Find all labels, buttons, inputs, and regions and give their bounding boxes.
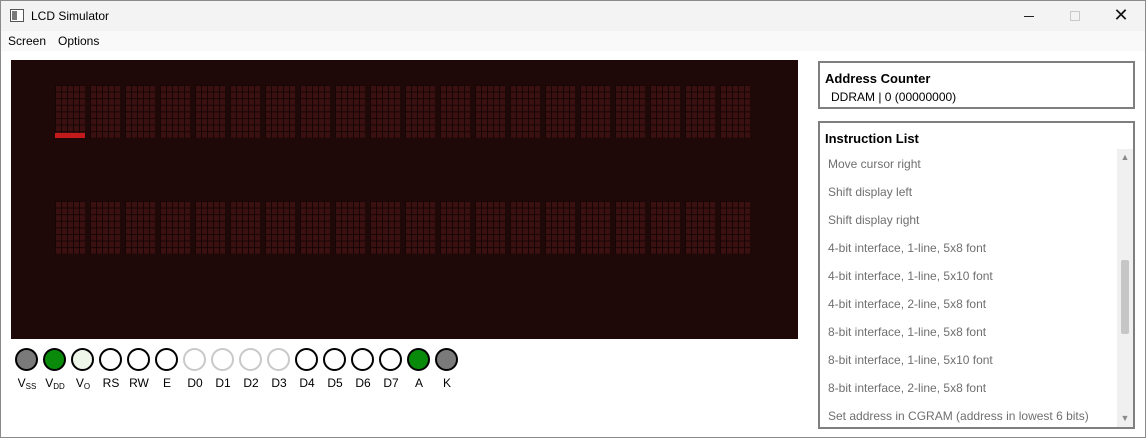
lcd-char-cell [720, 201, 750, 254]
lcd-char-cell [475, 201, 505, 254]
instruction-list-item[interactable]: 4-bit interface, 1-line, 5x10 font [828, 269, 993, 283]
instruction-list-item[interactable]: 8-bit interface, 1-line, 5x10 font [828, 353, 993, 367]
lcd-char-cell [55, 85, 85, 138]
window-title: LCD Simulator [31, 9, 110, 23]
lcd-char-cell [545, 201, 575, 254]
lcd-char-cell [580, 85, 610, 138]
lcd-char-cell [510, 201, 540, 254]
instruction-list-panel: Instruction List Move cursor right Shift … [818, 121, 1135, 429]
lcd-char-cell [265, 85, 295, 138]
pin-led-icon[interactable] [323, 348, 346, 371]
main-window: LCD Simulator ✕ Screen Options VSS VDD VO R… [0, 0, 1146, 438]
lcd-row-1 [55, 85, 750, 138]
instruction-list-title: Instruction List [825, 131, 919, 146]
lcd-char-cell [370, 201, 400, 254]
lcd-char-cell [475, 85, 505, 138]
menu-screen[interactable]: Screen [8, 34, 46, 48]
pin-led-icon[interactable] [435, 348, 458, 371]
pin-led-icon[interactable] [15, 348, 38, 371]
scroll-down-arrow-icon[interactable]: ▼ [1120, 413, 1130, 423]
lcd-char-cell [685, 201, 715, 254]
pin-indicators: VSS VDD VO RS RW E D0 D1 D2 D3 D4 D5 D6 D7 A K [14, 346, 474, 396]
lcd-char-cell [650, 201, 680, 254]
lcd-char-cell [195, 85, 225, 138]
lcd-char-cell [440, 85, 470, 138]
lcd-row-2 [55, 201, 750, 254]
minimize-button[interactable] [1006, 1, 1052, 31]
address-counter-panel: Address Counter DDRAM | 0 (00000000) [818, 61, 1135, 109]
instruction-list-item[interactable]: Set address in CGRAM (address in lowest … [828, 409, 1089, 423]
pin-led-icon[interactable] [211, 348, 234, 371]
lcd-char-cell [90, 85, 120, 138]
pin-led-icon[interactable] [183, 348, 206, 371]
lcd-char-cell [685, 85, 715, 138]
pin-led-icon[interactable] [295, 348, 318, 371]
pin-led-icon[interactable] [99, 348, 122, 371]
pin-led-icon[interactable] [267, 348, 290, 371]
scroll-up-arrow-icon[interactable]: ▲ [1120, 152, 1130, 162]
lcd-char-cell [90, 201, 120, 254]
minimize-icon [1024, 15, 1034, 17]
close-button[interactable]: ✕ [1098, 1, 1144, 31]
instruction-list-item[interactable]: Shift display left [828, 185, 912, 199]
lcd-char-cell [370, 85, 400, 138]
lcd-char-cell [230, 85, 260, 138]
pin-label: K [442, 376, 451, 390]
lcd-char-cell [545, 85, 575, 138]
lcd-char-cell [405, 201, 435, 254]
pin-led-icon[interactable] [407, 348, 430, 371]
maximize-icon [1070, 11, 1080, 21]
lcd-char-cell [405, 85, 435, 138]
scroll-thumb[interactable] [1121, 259, 1129, 334]
menu-bar: Screen Options [1, 31, 1145, 51]
lcd-cursor [55, 133, 85, 138]
lcd-char-cell [615, 201, 645, 254]
lcd-char-cell [335, 85, 365, 138]
lcd-char-cell [195, 201, 225, 254]
lcd-char-cell [615, 85, 645, 138]
lcd-char-cell [125, 201, 155, 254]
lcd-char-cell [125, 85, 155, 138]
address-counter-value: DDRAM | 0 (00000000) [831, 90, 957, 104]
lcd-char-cell [160, 85, 190, 138]
lcd-char-cell [650, 85, 680, 138]
lcd-char-cell [510, 85, 540, 138]
lcd-char-cell [580, 201, 610, 254]
instruction-list-item[interactable]: 4-bit interface, 1-line, 5x8 font [828, 241, 986, 255]
instruction-list-item[interactable]: Shift display right [828, 213, 919, 227]
lcd-display [11, 60, 798, 339]
pin-led-icon[interactable] [71, 348, 94, 371]
lcd-char-cell [720, 85, 750, 138]
menu-options[interactable]: Options [58, 34, 99, 48]
lcd-app-icon [10, 9, 24, 22]
instruction-list-item[interactable]: Move cursor right [828, 157, 921, 171]
instruction-list[interactable]: Move cursor right Shift display left Shift… [821, 149, 1115, 427]
pin-led-icon[interactable] [43, 348, 66, 371]
lcd-char-cell [440, 201, 470, 254]
lcd-char-cell [300, 201, 330, 254]
address-counter-title: Address Counter [825, 71, 931, 86]
lcd-char-cell [265, 201, 295, 254]
maximize-button[interactable] [1052, 1, 1098, 31]
lcd-char-cell [160, 201, 190, 254]
lcd-char-cell [55, 201, 85, 254]
close-icon: ✕ [1113, 5, 1129, 26]
pin-led-icon[interactable] [351, 348, 374, 371]
pin-led-icon[interactable] [379, 348, 402, 371]
instruction-list-item[interactable]: 8-bit interface, 2-line, 5x8 font [828, 381, 986, 395]
lcd-char-cell [335, 201, 365, 254]
lcd-char-cell [300, 85, 330, 138]
instruction-scrollbar[interactable]: ▲ ▼ [1117, 149, 1133, 427]
pin-led-icon[interactable] [127, 348, 150, 371]
pin-led-icon[interactable] [239, 348, 262, 371]
title-bar[interactable]: LCD Simulator ✕ [1, 1, 1145, 31]
instruction-list-item[interactable]: 4-bit interface, 2-line, 5x8 font [828, 297, 986, 311]
pin-led-icon[interactable] [155, 348, 178, 371]
lcd-char-cell [230, 201, 260, 254]
instruction-list-item[interactable]: 8-bit interface, 1-line, 5x8 font [828, 325, 986, 339]
